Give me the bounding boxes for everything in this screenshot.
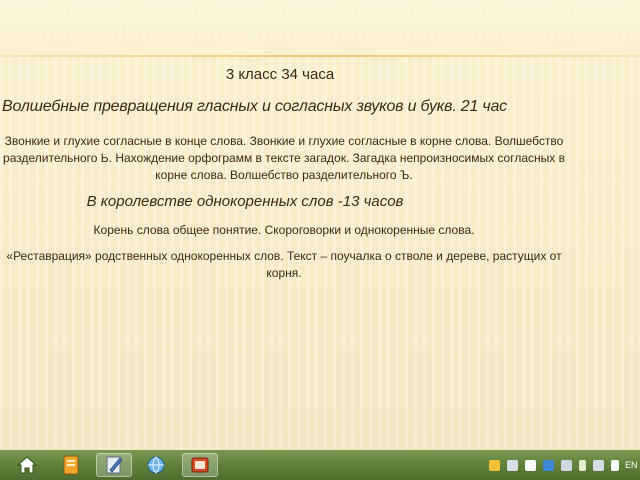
- home-icon: [16, 456, 38, 474]
- powerpoint-icon: [191, 457, 209, 473]
- home-button[interactable]: [12, 453, 42, 477]
- flag-icon[interactable]: [525, 459, 536, 471]
- notebook-icon: [63, 455, 79, 475]
- language-indicator[interactable]: EN: [625, 460, 638, 470]
- slide-title: 3 класс 34 часа: [225, 66, 335, 83]
- section1-text: Звонкие и глухие согласные в конце слова…: [3, 134, 565, 182]
- browser-button[interactable]: [138, 453, 174, 477]
- network-icon[interactable]: [489, 459, 500, 471]
- keyboard-icon[interactable]: [543, 459, 554, 471]
- antivirus-icon[interactable]: [507, 459, 518, 471]
- taskbar: EN: [0, 450, 640, 480]
- section2-heading: В королевстве однокоренных слов -13 часо…: [86, 193, 404, 210]
- notebook-button[interactable]: [56, 453, 86, 477]
- update-icon[interactable]: [561, 459, 572, 471]
- slide-top-band: [0, 0, 640, 56]
- powerpoint-button[interactable]: [182, 453, 218, 477]
- section1-heading: Волшебные превращения гласных и согласны…: [2, 98, 507, 115]
- presentation-slide: 3 класс 34 часа Волшебные превращения гл…: [0, 0, 640, 450]
- document-pen-button[interactable]: [96, 453, 132, 477]
- monitor-icon[interactable]: [593, 459, 604, 471]
- globe-browser-icon: [147, 456, 165, 474]
- section2-text-2: «Реставрация» родственных однокоренных с…: [6, 249, 562, 280]
- slide-top-divider: [0, 55, 640, 57]
- battery-icon[interactable]: [579, 459, 586, 471]
- section2-text-1: Корень слова общее понятие. Скороговорки…: [93, 223, 475, 237]
- system-tray: EN: [482, 450, 640, 480]
- document-pen-icon: [106, 456, 123, 474]
- speaker-icon[interactable]: [611, 459, 619, 471]
